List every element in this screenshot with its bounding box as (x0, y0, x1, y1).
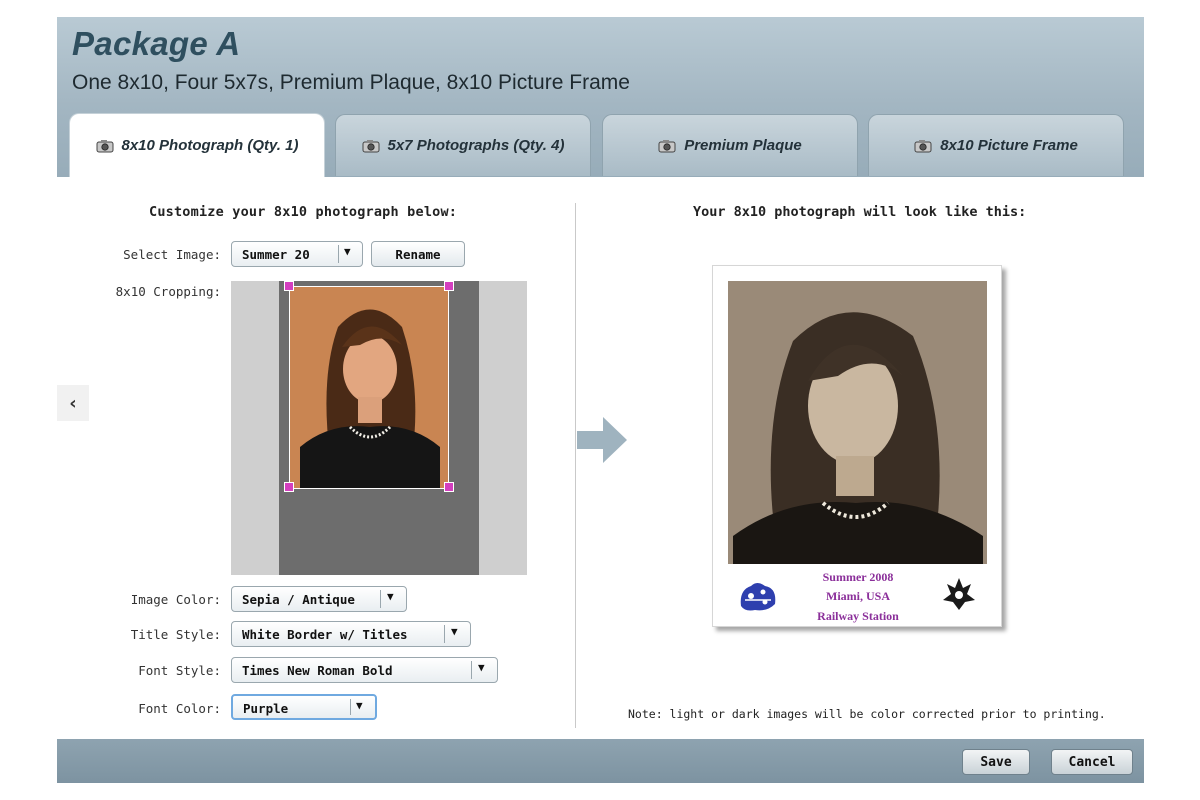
chevron-down-icon: ▼ (356, 699, 363, 712)
tab-5x7-photographs[interactable]: 5x7 Photographs (Qty. 4) (335, 114, 591, 176)
dropdown-divider (444, 625, 445, 643)
title-style-value: White Border w/ Titles (242, 627, 408, 642)
sepia-portrait (728, 281, 987, 564)
dropdown-divider (350, 699, 351, 715)
package-subtitle: One 8x10, Four 5x7s, Premium Plaque, 8x1… (72, 71, 630, 94)
previous-button[interactable]: ‹ (57, 385, 89, 421)
preview-heading: Your 8x10 photograph will look like this… (693, 204, 1027, 220)
image-color-value: Sepia / Antique (242, 592, 355, 607)
logo-left-icon (740, 583, 776, 611)
logo-right-icon (943, 578, 975, 610)
dropdown-divider (380, 590, 381, 608)
tab-label: 8x10 Picture Frame (940, 137, 1078, 154)
tab-label: 5x7 Photographs (Qty. 4) (387, 137, 565, 154)
camera-icon (914, 139, 932, 152)
image-color-dropdown[interactable]: Sepia / Antique ▼ (231, 586, 407, 612)
chevron-down-icon: ▼ (451, 625, 458, 638)
font-style-dropdown[interactable]: Times New Roman Bold ▼ (231, 657, 498, 683)
camera-icon (96, 139, 113, 152)
font-color-label: Font Color: (138, 701, 221, 716)
cropping-label: 8x10 Cropping: (115, 284, 221, 299)
chevron-down-icon: ▼ (478, 661, 485, 674)
chevron-down-icon: ▼ (387, 590, 394, 603)
preview-title-line-1: Summer 2008 (822, 570, 894, 584)
dropdown-divider (471, 661, 472, 679)
preview-title-line-2: Miami, USA (826, 589, 890, 603)
photo-preview: Summer 2008 Miami, USA Railway Station (712, 265, 1002, 627)
tab-8x10-photograph[interactable]: 8x10 Photograph (Qty. 1) (69, 113, 325, 177)
title-style-dropdown[interactable]: White Border w/ Titles ▼ (231, 621, 471, 647)
package-title: Package A (72, 25, 241, 62)
crop-handle-top-right[interactable] (444, 281, 454, 291)
save-button[interactable]: Save (962, 749, 1030, 775)
font-style-value: Times New Roman Bold (242, 663, 393, 678)
select-image-label: Select Image: (123, 247, 221, 262)
package-editor: Package A One 8x10, Four 5x7s, Premium P… (57, 17, 1144, 783)
crop-area[interactable] (231, 281, 527, 575)
select-image-value: Summer 20 (242, 247, 310, 262)
font-color-value: Purple (243, 701, 289, 716)
tab-label: Premium Plaque (684, 137, 802, 154)
arrow-right-icon (577, 417, 627, 463)
title-style-label: Title Style: (130, 627, 221, 642)
dropdown-divider (338, 245, 339, 263)
customize-heading: Customize your 8x10 photograph below: (149, 204, 458, 220)
crop-handle-bottom-left[interactable] (284, 482, 294, 492)
font-style-label: Font Style: (138, 663, 221, 678)
camera-icon (658, 139, 676, 152)
select-image-dropdown[interactable]: Summer 20 ▼ (231, 241, 363, 267)
image-color-label: Image Color: (130, 592, 221, 607)
tab-picture-frame[interactable]: 8x10 Picture Frame (868, 114, 1124, 176)
portrait-image (290, 287, 448, 488)
header: Package A One 8x10, Four 5x7s, Premium P… (57, 17, 1144, 177)
preview-image (728, 281, 987, 564)
tab-premium-plaque[interactable]: Premium Plaque (602, 114, 858, 176)
camera-icon (362, 139, 379, 152)
cancel-button[interactable]: Cancel (1051, 749, 1133, 775)
chevron-left-icon: ‹ (69, 392, 77, 414)
font-color-dropdown[interactable]: Purple ▼ (231, 694, 377, 720)
tab-label: 8x10 Photograph (Qty. 1) (121, 137, 299, 154)
crop-handle-top-left[interactable] (284, 281, 294, 291)
panel-divider (575, 203, 576, 728)
crop-handle-bottom-right[interactable] (444, 482, 454, 492)
rename-button[interactable]: Rename (371, 241, 465, 267)
chevron-down-icon: ▼ (344, 245, 351, 258)
color-correction-note: Note: light or dark images will be color… (628, 707, 1106, 721)
preview-title-line-3: Railway Station (817, 609, 899, 623)
footer-bar: Save Cancel (57, 739, 1144, 783)
crop-selection[interactable] (289, 286, 449, 489)
